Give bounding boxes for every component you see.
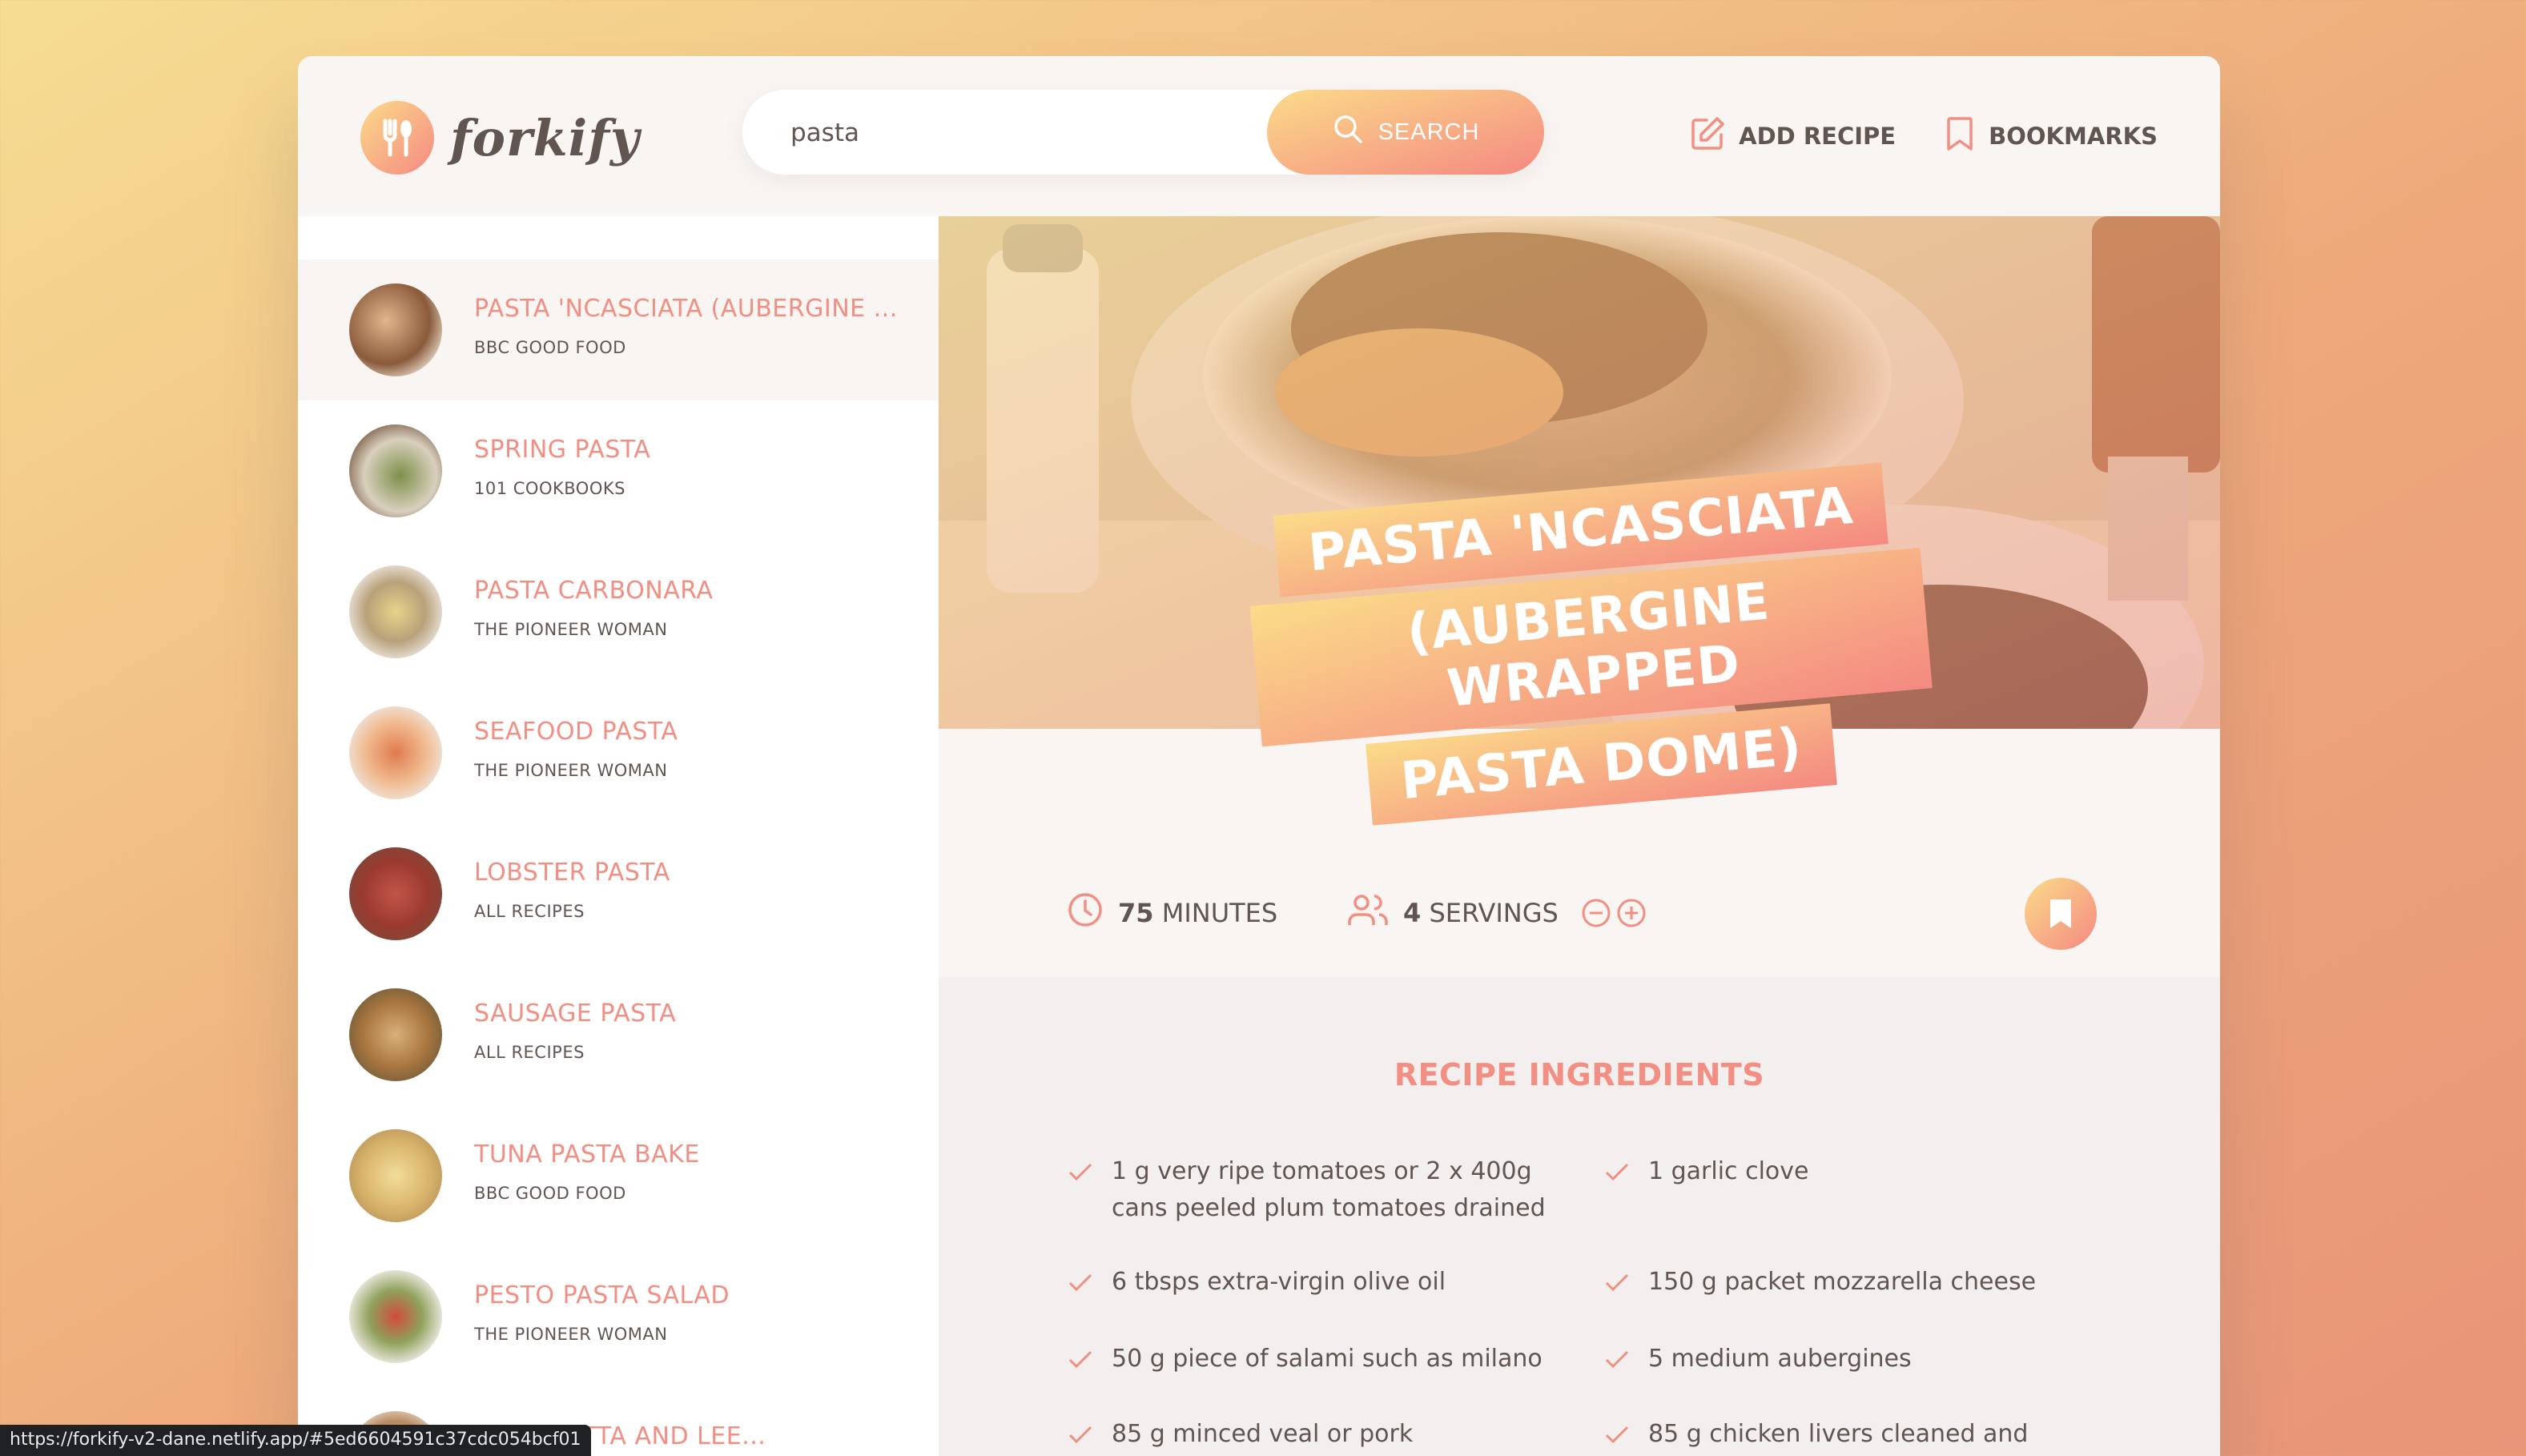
search-form: SEARCH xyxy=(742,90,1848,175)
app-container: forkify SEARCH xyxy=(298,56,2220,1456)
plus-circle-icon xyxy=(1617,899,1646,927)
clock-icon xyxy=(1067,891,1104,935)
result-title: SAUSAGE PASTA xyxy=(474,999,677,1028)
check-icon xyxy=(1068,1163,1092,1181)
search-button-label: SEARCH xyxy=(1378,119,1480,145)
ingredient-item: 5 medium aubergines xyxy=(1603,1341,2100,1378)
ingredient-text: 50 g piece of salami such as milano xyxy=(1112,1345,1543,1373)
ingredient-item: 1 garlic clove xyxy=(1603,1153,2100,1190)
check-icon xyxy=(1068,1273,1092,1292)
result-title: PASTA 'NCASCIATA (AUBERGINE ... xyxy=(474,295,898,323)
servings: 4 SERVINGS xyxy=(1347,889,1647,937)
list-item[interactable]: PESTO PASTA SALAD THE PIONEER WOMAN xyxy=(298,1246,939,1387)
nav: ADD RECIPE BOOKMARKS xyxy=(1689,112,2158,160)
list-item[interactable]: SPRING PASTA 101 COOKBOOKS xyxy=(298,400,939,541)
bookmark-fill-icon xyxy=(2050,899,2071,928)
header: forkify SEARCH xyxy=(298,56,2220,216)
minutes-value: 75 xyxy=(1118,898,1154,928)
result-publisher: BBC GOOD FOOD xyxy=(474,1184,626,1203)
logo[interactable]: forkify xyxy=(360,99,640,176)
recipe-title: PASTA 'NCASCIATA (AUBERGINE WRAPPED PAST… xyxy=(1242,460,1941,841)
result-publisher: BBC GOOD FOOD xyxy=(474,338,626,357)
check-icon xyxy=(1605,1426,1629,1444)
result-title: PESTO PASTA SALAD xyxy=(474,1281,730,1309)
bookmarks-label: BOOKMARKS xyxy=(1989,123,2158,150)
add-recipe-label: ADD RECIPE xyxy=(1739,123,1897,150)
decrease-servings-button[interactable] xyxy=(1581,898,1611,928)
ingredient-item: 50 g piece of salami such as milano xyxy=(1067,1341,1563,1378)
recipe-thumbnail xyxy=(349,424,442,517)
ingredient-text: 85 g minced veal or pork xyxy=(1112,1420,1414,1448)
increase-servings-button[interactable] xyxy=(1616,898,1647,928)
result-title: LOBSTER PASTA xyxy=(474,859,670,887)
list-item[interactable]: TUNA PASTA BAKE BBC GOOD FOOD xyxy=(298,1105,939,1246)
minutes-label: MINUTES xyxy=(1161,898,1278,928)
ingredient-item: 85 g minced veal or pork xyxy=(1067,1416,1563,1453)
add-recipe-button[interactable]: ADD RECIPE xyxy=(1689,115,1896,158)
ingredient-item: 6 tbsps extra-virgin olive oil xyxy=(1067,1264,1563,1301)
check-icon xyxy=(1605,1163,1629,1181)
fork-icon xyxy=(360,101,434,175)
ingredient-text: 6 tbsps extra-virgin olive oil xyxy=(1112,1268,1446,1296)
result-title: TUNA PASTA BAKE xyxy=(474,1140,700,1168)
brand-name: forkify xyxy=(450,108,640,167)
recipe-thumbnail xyxy=(349,988,442,1081)
recipe-ingredients: RECIPE INGREDIENTS 1 g very ripe tomatoe… xyxy=(939,977,2220,1456)
result-publisher: THE PIONEER WOMAN xyxy=(474,620,668,639)
search-icon xyxy=(1332,113,1364,151)
ingredient-item: 150 g packet mozzarella cheese xyxy=(1603,1264,2100,1301)
list-item[interactable]: PASTA CARBONARA THE PIONEER WOMAN xyxy=(298,541,939,682)
result-title: PASTA CARBONARA xyxy=(474,577,714,605)
ingredient-text: 5 medium aubergines xyxy=(1648,1345,1912,1373)
recipe-thumbnail xyxy=(349,284,442,376)
result-publisher: THE PIONEER WOMAN xyxy=(474,1325,668,1344)
list-item[interactable]: PASTA 'NCASCIATA (AUBERGINE ... BBC GOOD… xyxy=(298,259,939,400)
list-item[interactable]: SAUSAGE PASTA ALL RECIPES xyxy=(298,964,939,1105)
search-results: PASTA 'NCASCIATA (AUBERGINE ... BBC GOOD… xyxy=(298,216,939,1456)
status-bar-url: https://forkify-v2-dane.netlify.app/#5ed… xyxy=(0,1425,591,1456)
bookmarks-button[interactable]: BOOKMARKS xyxy=(1944,115,2158,158)
result-publisher: ALL RECIPES xyxy=(474,1043,585,1062)
ingredient-text: 85 g chicken livers cleaned and chopped … xyxy=(1648,1420,2029,1448)
check-icon xyxy=(1068,1350,1092,1369)
servings-value: 4 xyxy=(1403,898,1422,928)
search-button[interactable]: SEARCH xyxy=(1267,90,1544,175)
ingredients-heading: RECIPE INGREDIENTS xyxy=(1394,1057,1765,1092)
ingredient-item: 1 g very ripe tomatoes or 2 x 400g cans … xyxy=(1067,1153,1563,1227)
ingredient-text: 1 garlic clove xyxy=(1648,1157,1809,1185)
servings-label: SERVINGS xyxy=(1429,898,1559,928)
recipe-thumbnail xyxy=(349,1129,442,1222)
recipe-thumbnail xyxy=(349,706,442,799)
list-item[interactable]: SEAFOOD PASTA THE PIONEER WOMAN xyxy=(298,682,939,823)
users-icon xyxy=(1347,891,1389,935)
ingredient-item: 85 g chicken livers cleaned and chopped … xyxy=(1603,1416,2100,1456)
cooking-time: 75 MINUTES xyxy=(1067,889,1277,937)
bookmark-icon xyxy=(1944,115,1976,158)
check-icon xyxy=(1068,1426,1092,1444)
result-title: SEAFOOD PASTA xyxy=(474,718,678,746)
search-input[interactable] xyxy=(790,109,1175,157)
list-item[interactable]: LOBSTER PASTA ALL RECIPES xyxy=(298,823,939,964)
edit-icon xyxy=(1689,115,1726,158)
bookmark-recipe-button[interactable] xyxy=(2025,878,2097,950)
result-title: SPRING PASTA xyxy=(474,436,651,464)
recipe-thumbnail xyxy=(349,1270,442,1363)
result-publisher: ALL RECIPES xyxy=(474,902,585,921)
check-icon xyxy=(1605,1350,1629,1369)
minus-circle-icon xyxy=(1582,899,1611,927)
recipe-thumbnail xyxy=(349,847,442,940)
check-icon xyxy=(1605,1273,1629,1292)
ingredient-text: 150 g packet mozzarella cheese xyxy=(1648,1268,2037,1296)
ingredient-text: 1 g very ripe tomatoes or 2 x 400g cans … xyxy=(1112,1157,1546,1222)
recipe-view: 75 MINUTES 4 SERVINGS RECIPE INGREDIENTS… xyxy=(939,216,2220,1456)
result-publisher: 101 COOKBOOKS xyxy=(474,479,625,498)
recipe-thumbnail xyxy=(349,565,442,658)
result-publisher: THE PIONEER WOMAN xyxy=(474,761,668,780)
